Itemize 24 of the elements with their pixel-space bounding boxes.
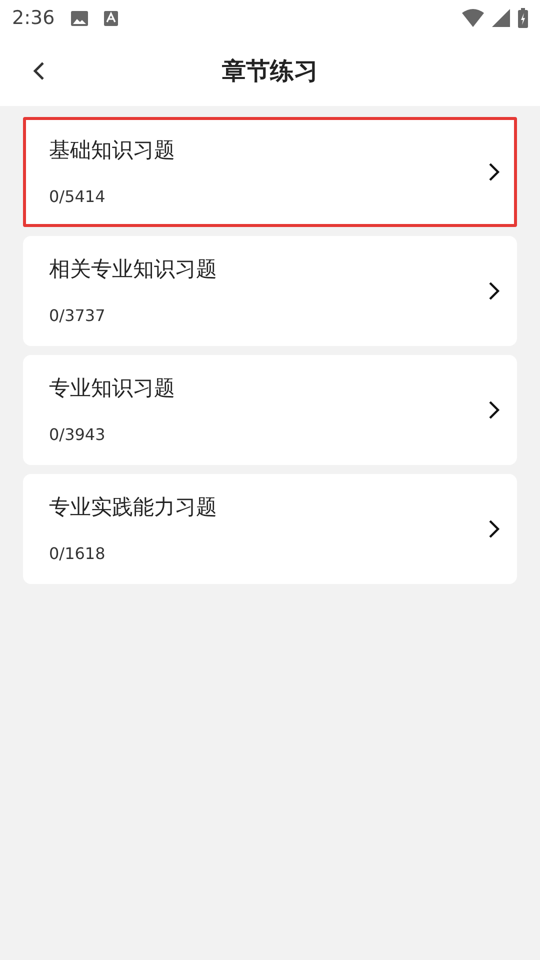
progress-count: 0/1618 bbox=[49, 542, 106, 565]
chapter-title: 专业实践能力习题 bbox=[49, 494, 218, 522]
chevron-right-icon bbox=[488, 281, 500, 301]
signal-icon bbox=[492, 9, 510, 27]
back-icon bbox=[32, 60, 46, 82]
progress-count: 0/3943 bbox=[49, 424, 106, 446]
chevron-right-icon bbox=[488, 400, 500, 420]
battery-icon bbox=[518, 8, 528, 28]
progress-count: 0/5414 bbox=[49, 186, 106, 208]
chevron-right-icon bbox=[488, 162, 500, 182]
image-icon bbox=[70, 10, 88, 26]
chapter-card[interactable]: 基础知识习题 0/5414 bbox=[23, 117, 517, 227]
chapter-card[interactable]: 专业实践能力习题 0/1618 bbox=[23, 474, 517, 584]
progress-count: 0/3737 bbox=[49, 304, 106, 327]
chapter-title: 专业知识习题 bbox=[49, 375, 176, 402]
chapter-card[interactable]: 专业知识习题 0/3943 bbox=[23, 355, 517, 465]
wifi-icon bbox=[462, 9, 484, 27]
chapter-title: 基础知识习题 bbox=[49, 137, 176, 164]
chapter-card[interactable]: 相关专业知识习题 0/3737 bbox=[23, 236, 517, 346]
page-title: 章节练习 bbox=[222, 56, 318, 87]
chevron-right-icon bbox=[488, 519, 500, 539]
status-time: 2:36 bbox=[12, 6, 55, 31]
font-icon bbox=[104, 10, 118, 26]
chapter-title: 相关专业知识习题 bbox=[49, 256, 218, 284]
